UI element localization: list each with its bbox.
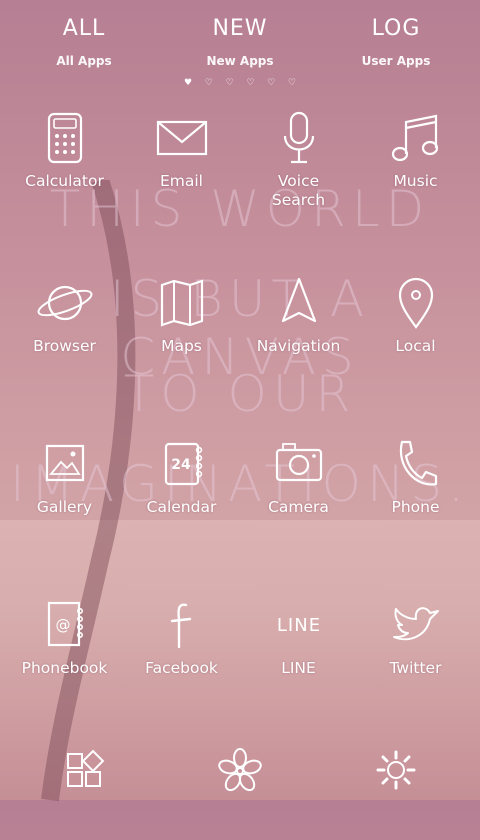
app-browser[interactable]: Browser	[6, 275, 123, 356]
tab-all-apps[interactable]: ALL All Apps	[24, 14, 144, 68]
calculator-icon	[47, 112, 82, 164]
app-label: Maps	[161, 337, 202, 355]
dock-bar	[0, 740, 480, 800]
music-note-icon	[391, 114, 438, 162]
app-label: Phone	[391, 498, 440, 516]
app-navigation[interactable]: Navigation	[240, 275, 357, 356]
app-label: Local	[395, 337, 436, 355]
page-dot-icon: ♡	[225, 78, 234, 88]
line-icon: LINE	[276, 615, 320, 636]
app-label: Camera	[268, 498, 329, 516]
app-label: Twitter	[389, 659, 442, 677]
app-label: Facebook	[145, 659, 218, 677]
app-email[interactable]: Email	[123, 110, 240, 191]
phonebook-icon: @	[47, 601, 83, 647]
app-label: Calendar	[146, 498, 217, 516]
calendar-icon: 24	[164, 442, 202, 486]
app-label: Email	[159, 172, 203, 190]
app-label: Calculator	[25, 172, 104, 190]
user-apps-icon: LOG	[371, 16, 421, 41]
tab-label: New Apps	[206, 54, 274, 68]
app-label: Navigation	[256, 337, 341, 355]
app-calendar[interactable]: 24 Calendar	[123, 436, 240, 517]
app-facebook[interactable]: Facebook	[123, 597, 240, 678]
page-dot-icon: ♡	[246, 78, 255, 88]
page-dot-icon: ♡	[287, 78, 296, 88]
app-label: LINE	[281, 659, 316, 677]
all-apps-icon: ALL	[62, 16, 106, 41]
twitter-bird-icon	[392, 607, 439, 641]
svg-text:@: @	[55, 616, 70, 634]
line-icon-text: LINE	[276, 615, 320, 636]
wallpaper-quote-line-3: TO OUR	[123, 365, 357, 423]
app-music[interactable]: Music	[357, 110, 474, 191]
map-icon	[160, 279, 203, 327]
tab-label: User Apps	[361, 54, 431, 68]
widgets-icon[interactable]	[62, 748, 106, 792]
app-local[interactable]: Local	[357, 275, 474, 356]
facebook-icon	[170, 603, 191, 649]
navigation-arrow-icon	[281, 277, 316, 323]
picture-icon	[45, 444, 84, 482]
app-line[interactable]: LINE LINE	[240, 597, 357, 678]
camera-icon	[275, 443, 322, 482]
app-calculator[interactable]: Calculator	[6, 110, 123, 191]
phone-handset-icon	[399, 440, 437, 486]
flower-icon[interactable]	[218, 748, 262, 792]
tab-new-apps[interactable]: NEW New Apps	[180, 14, 300, 68]
tab-user-apps[interactable]: LOG User Apps	[336, 14, 456, 68]
page-dot-icon: ♥	[184, 78, 193, 88]
email-icon	[156, 120, 207, 156]
location-pin-icon	[398, 277, 433, 329]
page-indicator: ♥ ♡ ♡ ♡ ♡ ♡	[184, 78, 296, 88]
app-phonebook[interactable]: @ Phonebook	[6, 597, 123, 678]
app-maps[interactable]: Maps	[123, 275, 240, 356]
app-label: Browser	[33, 337, 96, 355]
app-camera[interactable]: Camera	[240, 436, 357, 517]
settings-gear-icon[interactable]	[374, 748, 418, 792]
app-label: Music	[393, 172, 438, 190]
app-voice-search[interactable]: Voice Search	[240, 110, 357, 210]
app-label: Phonebook	[21, 659, 108, 677]
tab-label: All Apps	[56, 54, 112, 68]
microphone-icon	[283, 111, 314, 164]
planet-icon	[37, 285, 92, 321]
app-category-tabs: ALL All Apps NEW New Apps LOG User Apps …	[0, 0, 480, 90]
app-gallery[interactable]: Gallery	[6, 436, 123, 517]
app-phone[interactable]: Phone	[357, 436, 474, 517]
new-apps-icon: NEW	[212, 16, 268, 41]
calendar-day: 24	[171, 457, 191, 473]
page-dot-icon: ♡	[204, 78, 213, 88]
app-label: Gallery	[36, 498, 93, 516]
app-label: Voice Search	[271, 172, 326, 209]
app-twitter[interactable]: Twitter	[357, 597, 474, 678]
page-dot-icon: ♡	[267, 78, 276, 88]
